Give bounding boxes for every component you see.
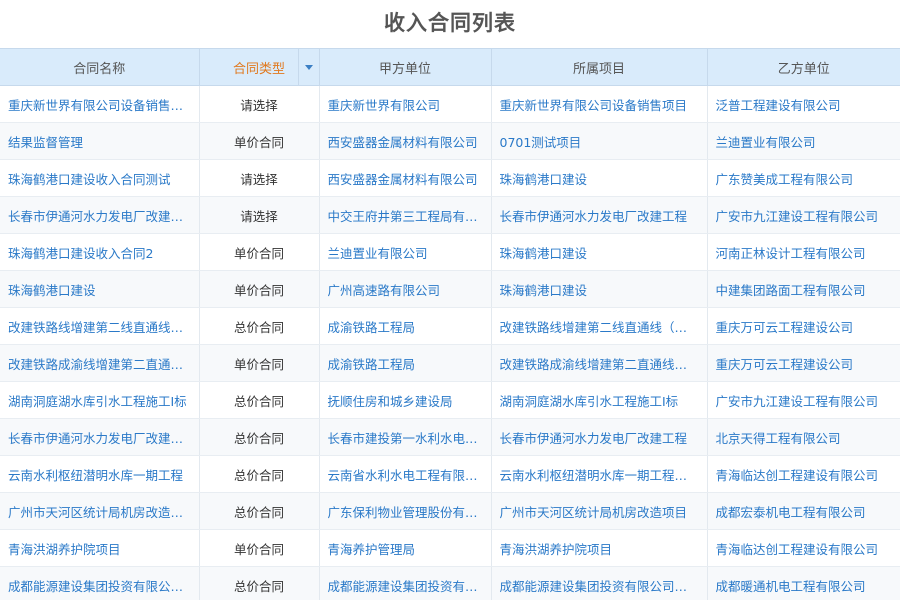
table-row[interactable]: 珠海鹤港口建设收入合同测试 请选择 西安盛器金属材料有限公司 珠海鹤港口建设 广东赞美成… [0,159,900,197]
cell-party-a[interactable]: 广州高速路有限公司 [319,270,492,308]
cell-contract-name[interactable]: 珠海鹤港口建设收入合同测试 [0,159,200,197]
header-project[interactable]: 所属项目 [491,48,708,86]
cell-contract-name[interactable]: 长春市伊通河水力发电厂改建工程 [0,196,200,234]
header-contract-name[interactable]: 合同名称 [0,48,200,86]
cell-party-b[interactable]: 泛普工程建设有限公司 [707,85,900,123]
cell-party-a[interactable]: 广东保利物业管理股份有限公司 [319,492,492,530]
contract-type-filter-dropdown[interactable] [297,49,319,85]
cell-contract-name[interactable]: 改建铁路成渝线增建第二直通线工程 [0,344,200,382]
cell-contract-type: 请选择 [199,85,320,123]
contract-table: 合同名称 合同类型 甲方单位 所属项目 乙方单位 重庆新世界有限公司设备销售项目… [0,48,900,600]
cell-contract-name[interactable]: 改建铁路线增建第二线直通线工程 [0,307,200,345]
table-row[interactable]: 重庆新世界有限公司设备销售项目 请选择 重庆新世界有限公司 重庆新世界有限公司设备销售… [0,85,900,123]
table-row[interactable]: 云南水利枢纽潜明水库一期工程 总价合同 云南省水利水电工程有限公司 云南水利枢纽潜明水… [0,455,900,493]
table-header-row: 合同名称 合同类型 甲方单位 所属项目 乙方单位 [0,48,900,86]
table-row[interactable]: 长春市伊通河水力发电厂改建工程 总价合同 长春市建投第一水利水电工程局 长春市伊通河水… [0,418,900,456]
cell-party-b[interactable]: 成都暖通机电工程有限公司 [707,566,900,600]
cell-party-a[interactable]: 成渝铁路工程局 [319,344,492,382]
cell-party-b[interactable]: 青海临达创工程建设有限公司 [707,529,900,567]
header-contract-type[interactable]: 合同类型 [199,48,320,86]
cell-contract-type: 单价合同 [199,233,320,271]
table-row[interactable]: 改建铁路线增建第二线直通线工程 总价合同 成渝铁路工程局 改建铁路线增建第二线直通线（… [0,307,900,345]
cell-contract-name[interactable]: 云南水利枢纽潜明水库一期工程 [0,455,200,493]
cell-contract-name[interactable]: 青海洪湖养护院项目 [0,529,200,567]
cell-contract-type: 单价合同 [199,122,320,160]
cell-contract-type: 单价合同 [199,344,320,382]
table-row[interactable]: 长春市伊通河水力发电厂改建工程 请选择 中交王府井第三工程局有限公司 长春市伊通河水力… [0,196,900,234]
cell-party-b[interactable]: 重庆万可云工程建设公司 [707,344,900,382]
cell-contract-name[interactable]: 重庆新世界有限公司设备销售项目 [0,85,200,123]
cell-party-b[interactable]: 重庆万可云工程建设公司 [707,307,900,345]
header-contract-type-label: 合同类型 [232,61,285,77]
cell-party-a[interactable]: 重庆新世界有限公司 [319,85,492,123]
cell-party-b[interactable]: 河南正林设计工程有限公司 [707,233,900,271]
cell-party-b[interactable]: 中建集团路面工程有限公司 [707,270,900,308]
cell-party-a[interactable]: 成都能源建设集团投资有限公司 [319,566,492,600]
cell-project[interactable]: 珠海鹤港口建设 [491,233,708,271]
cell-project[interactable]: 广州市天河区统计局机房改造项目 [491,492,708,530]
cell-project[interactable]: 青海洪湖养护院项目 [491,529,708,567]
cell-party-b[interactable]: 广安市九江建设工程有限公司 [707,196,900,234]
table-row[interactable]: 广州市天河区统计局机房改造项目 总价合同 广东保利物业管理股份有限公司 广州市天河区统… [0,492,900,530]
cell-party-a[interactable]: 青海养护管理局 [319,529,492,567]
cell-contract-type: 请选择 [199,159,320,197]
cell-contract-name[interactable]: 珠海鹤港口建设收入合同2 [0,233,200,271]
cell-project[interactable]: 珠海鹤港口建设 [491,159,708,197]
cell-party-a[interactable]: 抚顺住房和城乡建设局 [319,381,492,419]
cell-project[interactable]: 云南水利枢纽潜明水库一期工程施工 [491,455,708,493]
cell-contract-type: 总价合同 [199,566,320,600]
cell-contract-type: 总价合同 [199,455,320,493]
cell-contract-type: 请选择 [199,196,320,234]
cell-contract-type: 总价合同 [199,492,320,530]
cell-party-b[interactable]: 兰迪置业有限公司 [707,122,900,160]
cell-project[interactable]: 0701测试项目 [491,122,708,160]
cell-contract-name[interactable]: 成都能源建设集团投资有限公司项目 [0,566,200,600]
cell-party-a[interactable]: 中交王府井第三工程局有限公司 [319,196,492,234]
table-row[interactable]: 青海洪湖养护院项目 单价合同 青海养护管理局 青海洪湖养护院项目 青海临达创工程建设有限… [0,529,900,567]
cell-party-b[interactable]: 成都宏泰机电工程有限公司 [707,492,900,530]
cell-contract-type: 单价合同 [199,529,320,567]
chevron-down-icon [304,64,313,70]
cell-project[interactable]: 湖南洞庭湖水库引水工程施工I标 [491,381,708,419]
cell-contract-name[interactable]: 广州市天河区统计局机房改造项目 [0,492,200,530]
cell-contract-name[interactable]: 长春市伊通河水力发电厂改建工程 [0,418,200,456]
cell-project[interactable]: 改建铁路成渝线增建第二直通线工程 [491,344,708,382]
cell-project[interactable]: 长春市伊通河水力发电厂改建工程 [491,196,708,234]
cell-contract-type: 总价合同 [199,418,320,456]
cell-party-b[interactable]: 青海临达创工程建设有限公司 [707,455,900,493]
cell-contract-type: 单价合同 [199,270,320,308]
cell-party-a[interactable]: 西安盛器金属材料有限公司 [319,122,492,160]
cell-project[interactable]: 长春市伊通河水力发电厂改建工程 [491,418,708,456]
cell-contract-type: 总价合同 [199,381,320,419]
cell-project[interactable]: 珠海鹤港口建设 [491,270,708,308]
cell-party-a[interactable]: 兰迪置业有限公司 [319,233,492,271]
table-row[interactable]: 结果监督管理 单价合同 西安盛器金属材料有限公司 0701测试项目 兰迪置业有限公司 [0,122,900,160]
cell-party-a[interactable]: 长春市建投第一水利水电工程局 [319,418,492,456]
cell-party-b[interactable]: 北京天得工程有限公司 [707,418,900,456]
cell-contract-name[interactable]: 湖南洞庭湖水库引水工程施工I标 [0,381,200,419]
cell-party-b[interactable]: 广东赞美成工程有限公司 [707,159,900,197]
cell-party-a[interactable]: 西安盛器金属材料有限公司 [319,159,492,197]
header-party-b[interactable]: 乙方单位 [707,48,900,86]
cell-contract-name[interactable]: 珠海鹤港口建设 [0,270,200,308]
cell-contract-type: 总价合同 [199,307,320,345]
page-title: 收入合同列表 [384,11,516,35]
header-party-a[interactable]: 甲方单位 [319,48,492,86]
table-row[interactable]: 湖南洞庭湖水库引水工程施工I标 总价合同 抚顺住房和城乡建设局 湖南洞庭湖水库引水工程… [0,381,900,419]
page: 收入合同列表 合同名称 合同类型 甲方单位 所属项目 乙方单位 重庆新世界有限公… [0,0,900,600]
table-row[interactable]: 成都能源建设集团投资有限公司项目 总价合同 成都能源建设集团投资有限公司 成都能源建设… [0,566,900,600]
cell-project[interactable]: 成都能源建设集团投资有限公司项目 [491,566,708,600]
cell-project[interactable]: 重庆新世界有限公司设备销售项目 [491,85,708,123]
table-row[interactable]: 珠海鹤港口建设收入合同2 单价合同 兰迪置业有限公司 珠海鹤港口建设 河南正林设计工程有… [0,233,900,271]
cell-project[interactable]: 改建铁路线增建第二线直通线（成都至重庆） [491,307,708,345]
table-row[interactable]: 珠海鹤港口建设 单价合同 广州高速路有限公司 珠海鹤港口建设 中建集团路面工程有限公司 [0,270,900,308]
table-row[interactable]: 改建铁路成渝线增建第二直通线工程 单价合同 成渝铁路工程局 改建铁路成渝线增建第二直通… [0,344,900,382]
cell-party-b[interactable]: 广安市九江建设工程有限公司 [707,381,900,419]
cell-contract-name[interactable]: 结果监督管理 [0,122,200,160]
cell-party-a[interactable]: 成渝铁路工程局 [319,307,492,345]
cell-party-a[interactable]: 云南省水利水电工程有限公司 [319,455,492,493]
